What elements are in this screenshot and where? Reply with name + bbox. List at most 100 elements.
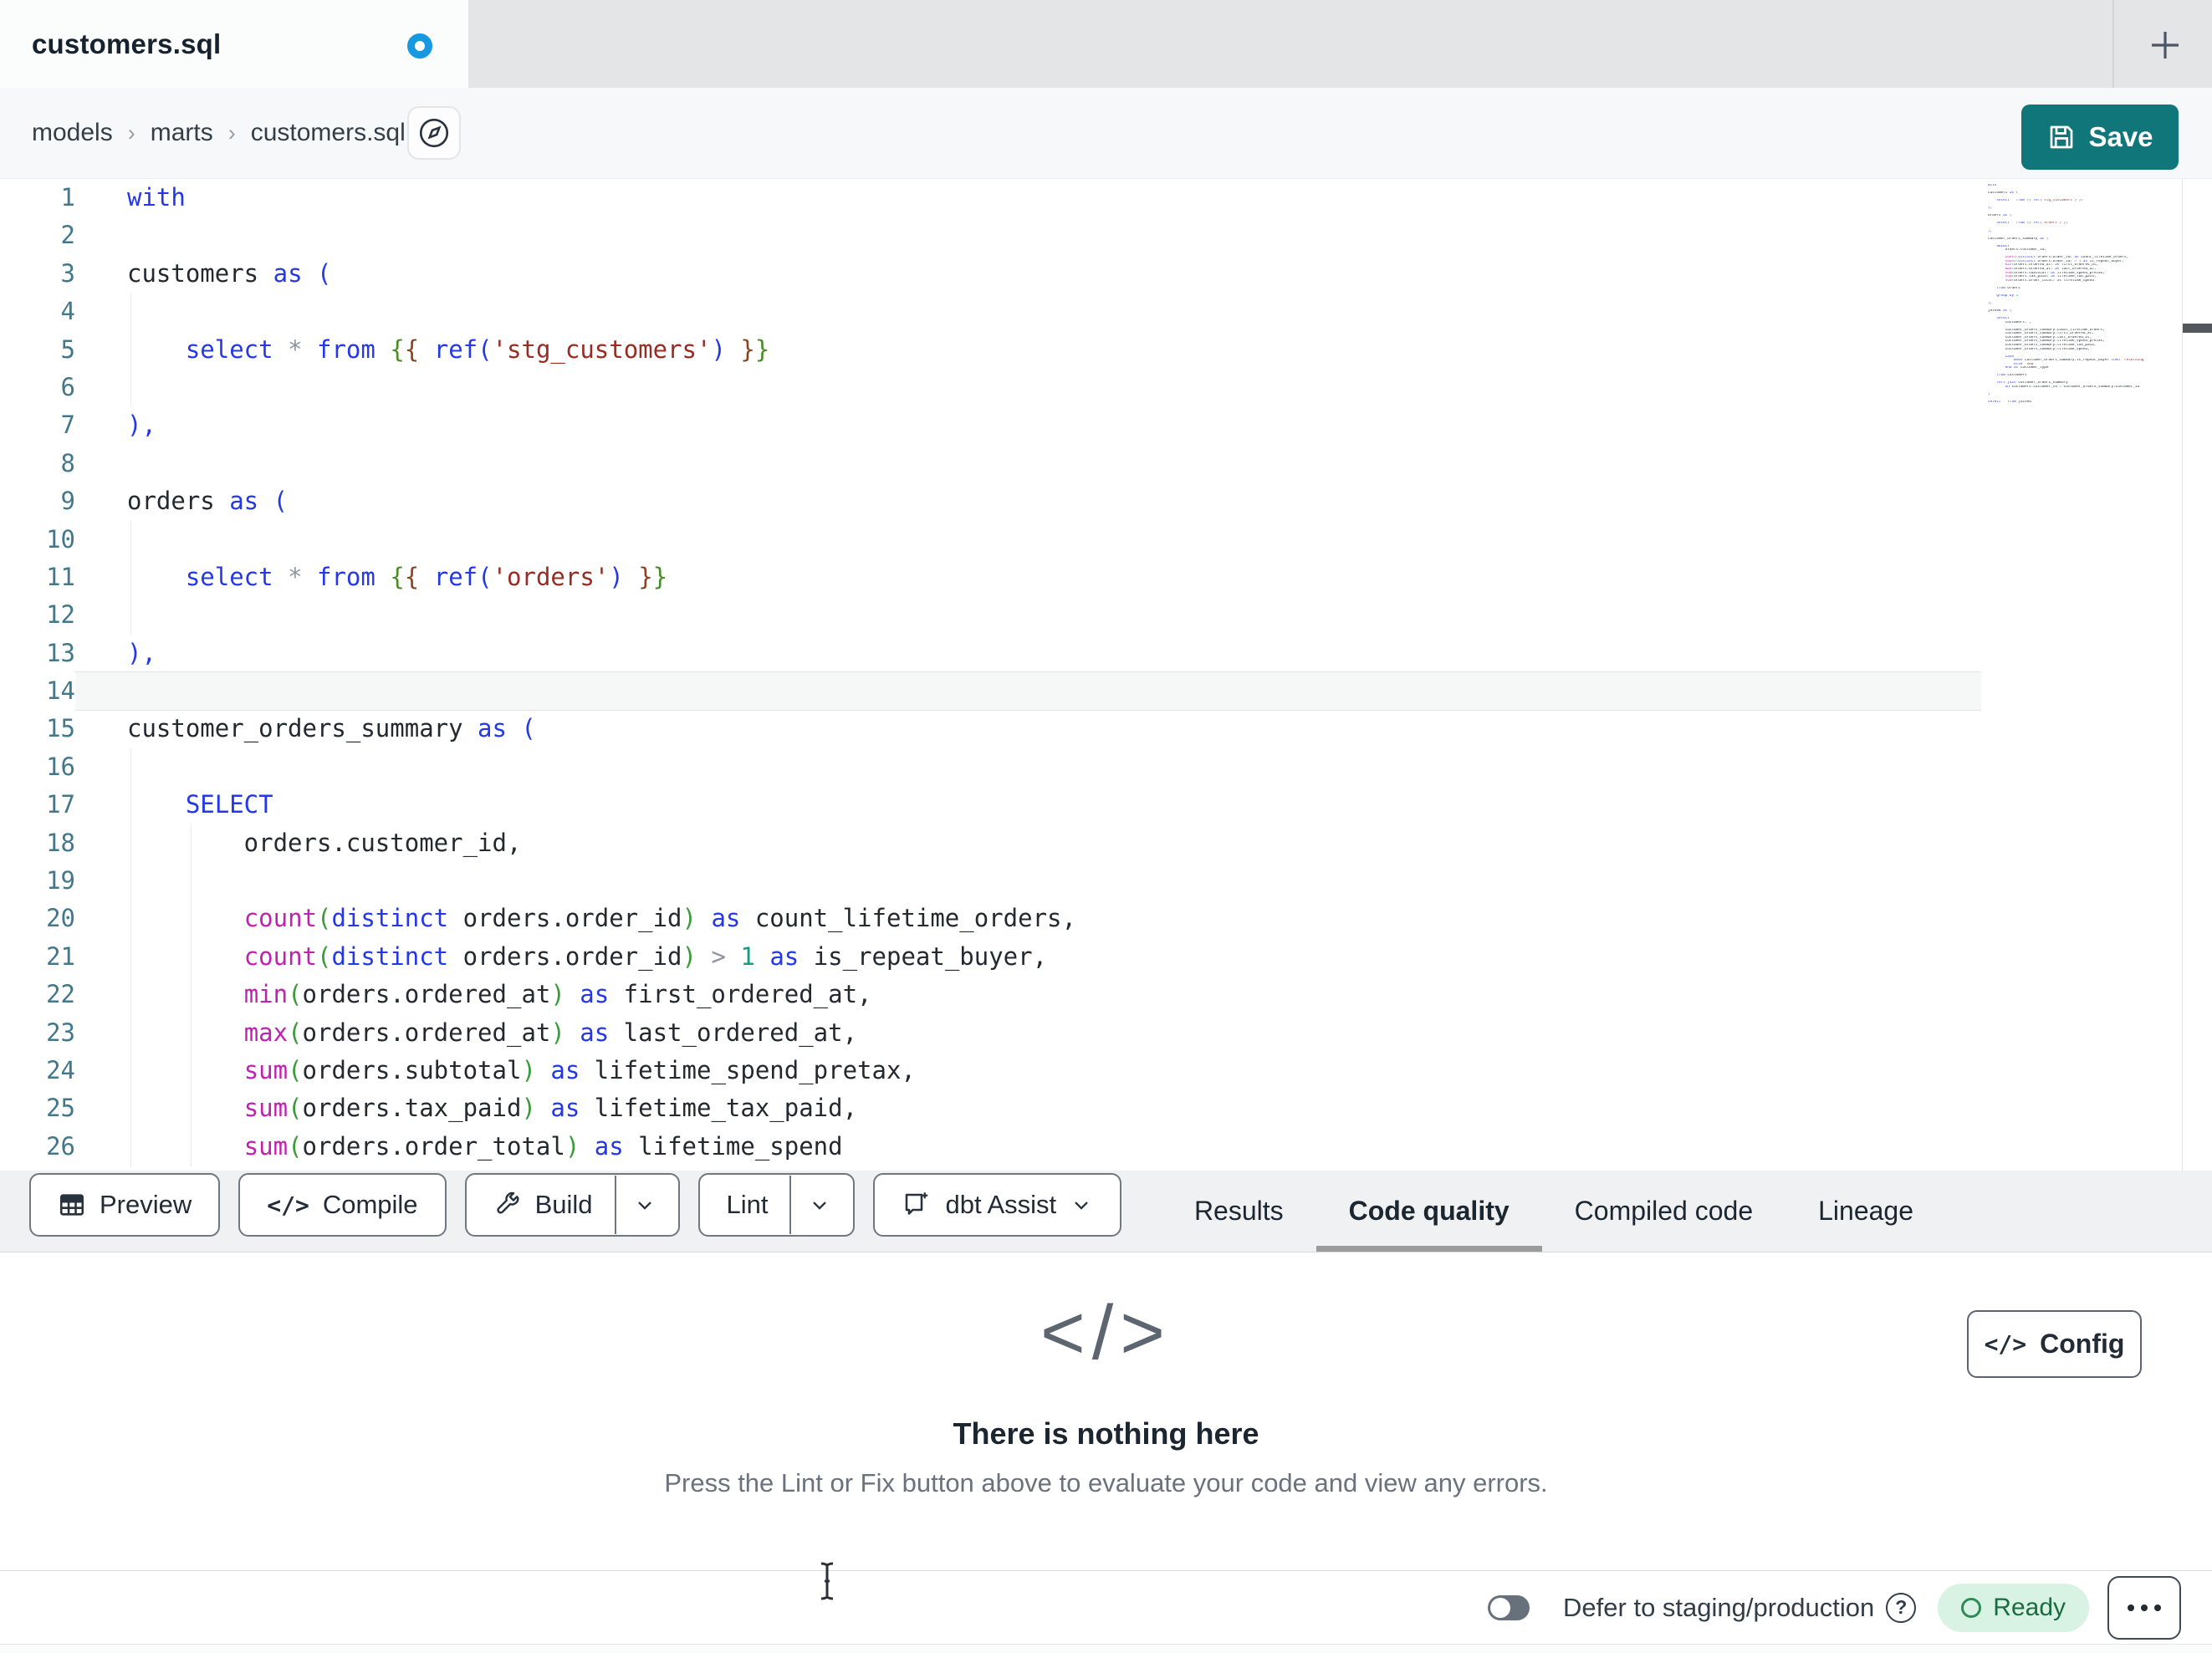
indent-guide	[191, 824, 192, 1166]
lint-dropdown-toggle[interactable]	[789, 1176, 848, 1234]
unsaved-changes-indicator	[407, 33, 432, 59]
line-number: 15	[46, 714, 75, 743]
line-number: 7	[60, 411, 75, 440]
save-button[interactable]: Save	[2021, 105, 2179, 170]
editor-scrollbar-track[interactable]	[2182, 179, 2212, 1171]
chevron-down-icon	[633, 1193, 656, 1217]
code-line[interactable]: 16	[0, 748, 1981, 786]
editor-scrollbar-thumb[interactable]	[2183, 324, 2212, 333]
code-line[interactable]: 17 SELECT	[0, 786, 1981, 824]
code-line[interactable]: 20 count(distinct orders.order_id) as co…	[0, 900, 1981, 937]
compile-button[interactable]: </> Compile	[238, 1173, 447, 1237]
breadcrumb-item-file: customers.sql	[250, 119, 406, 146]
help-icon[interactable]: ?	[1886, 1592, 1917, 1623]
line-number: 3	[60, 258, 75, 288]
plus-icon	[2146, 26, 2184, 64]
indent-guide	[130, 293, 131, 406]
breadcrumb: models › marts › customers.sql	[32, 88, 406, 178]
status-bar: Defer to staging/production ? Ready	[0, 1570, 2212, 1644]
code-line[interactable]: 21 count(distinct orders.order_id) > 1 a…	[0, 938, 1981, 976]
code-line[interactable]: 19	[0, 862, 1981, 900]
results-tab-strip: Results Code quality Compiled code Linea…	[1194, 1171, 1913, 1252]
breadcrumb-item-models: models	[32, 119, 113, 146]
ide-status-label: Ready	[1993, 1593, 2066, 1621]
floppy-disk-icon	[2046, 122, 2077, 152]
code-line[interactable]: 25 sum(orders.tax_paid) as lifetime_tax_…	[0, 1089, 1981, 1127]
code-line[interactable]: 5 select * from {{ ref('stg_customers') …	[0, 331, 1981, 369]
code-line[interactable]: 12	[0, 596, 1981, 634]
tab-results[interactable]: Results	[1194, 1171, 1284, 1252]
breadcrumb-separator-icon: ›	[227, 120, 236, 145]
minimap-content[interactable]: with customers as ( select * from {{ ref…	[1988, 184, 2179, 405]
overflow-menu-button[interactable]	[2107, 1575, 2181, 1640]
line-number: 17	[46, 790, 75, 819]
line-number: 9	[60, 487, 75, 516]
line-number: 21	[46, 941, 75, 971]
line-number: 18	[46, 828, 75, 857]
code-line[interactable]: 4	[0, 293, 1981, 330]
compass-icon	[416, 115, 452, 151]
lint-split-button[interactable]: Lint	[697, 1173, 856, 1237]
code-line[interactable]: 22 min(orders.ordered_at) as first_order…	[0, 976, 1981, 1013]
code-editor[interactable]: 1 with 2 3 customers as ( 4 5 select * from {{…	[0, 178, 2212, 1171]
code-line[interactable]: 6	[0, 369, 1981, 406]
code-line[interactable]: 15 customer_orders_summary as (	[0, 710, 1981, 747]
breadcrumb-item-marts: marts	[150, 119, 213, 146]
code-line[interactable]: 26 sum(orders.order_total) as lifetime_s…	[0, 1128, 1981, 1166]
tab-lineage[interactable]: Lineage	[1818, 1171, 1913, 1252]
code-line[interactable]: 10	[0, 521, 1981, 559]
mouse-text-cursor	[815, 1560, 839, 1602]
build-button-main[interactable]: Build	[472, 1176, 615, 1234]
code-line[interactable]: 23 max(orders.ordered_at) as last_ordere…	[0, 1014, 1981, 1052]
code-line[interactable]: 2	[0, 217, 1981, 254]
line-number: 25	[46, 1094, 75, 1123]
line-number: 4	[60, 297, 75, 326]
preview-button[interactable]: Preview	[29, 1173, 221, 1237]
code-line[interactable]: 13),	[0, 635, 1981, 672]
build-split-button[interactable]: Build	[464, 1173, 680, 1237]
breadcrumb-separator-icon: ›	[127, 120, 135, 145]
line-number: 10	[46, 524, 75, 554]
code-line[interactable]: 24 sum(orders.subtotal) as lifetime_spen…	[0, 1052, 1981, 1089]
code-line[interactable]: 18 orders.customer_id,	[0, 824, 1981, 862]
lint-button-main[interactable]: Lint	[705, 1176, 790, 1234]
tab-code-quality[interactable]: Code quality	[1315, 1171, 1542, 1252]
ide-status-badge[interactable]: Ready	[1938, 1583, 2089, 1632]
minimap-column[interactable]: with customers as ( select * from {{ ref…	[1981, 179, 2182, 1171]
file-tab[interactable]: customers.sql	[0, 0, 468, 88]
line-number: 12	[46, 600, 75, 630]
breadcrumb-row: models › marts › customers.sql Save	[0, 88, 2212, 178]
code-line[interactable]: 11 select * from {{ ref('orders') }}	[0, 559, 1981, 596]
config-button[interactable]: </> Config	[1967, 1310, 2142, 1378]
footer-strip	[0, 1644, 2212, 1653]
status-ring-icon	[1961, 1597, 1982, 1618]
assist-chat-icon	[902, 1190, 932, 1220]
line-number: 16	[46, 752, 75, 781]
code-line[interactable]: 3 customers as (	[0, 255, 1981, 293]
chevron-down-icon	[1070, 1193, 1093, 1217]
line-number: 11	[46, 562, 75, 591]
action-buttons-group: Preview </> Compile Build Lint dbt Assis…	[29, 1171, 1122, 1252]
tab-compiled-code[interactable]: Compiled code	[1575, 1171, 1753, 1252]
new-tab-button[interactable]	[2142, 22, 2189, 69]
code-line[interactable]: 9 orders as (	[0, 482, 1981, 520]
view-docs-button[interactable]	[407, 106, 461, 160]
code-icon: </>	[1984, 1330, 2027, 1358]
line-number: 22	[46, 980, 75, 1009]
code-line[interactable]: 1 with	[0, 179, 1981, 217]
indent-guide	[130, 748, 131, 1166]
tab-bar-divider	[2112, 0, 2114, 88]
code-lines[interactable]: 1 with 2 3 customers as ( 4 5 select * from {{…	[0, 179, 1981, 1171]
code-line[interactable]: 8	[0, 445, 1981, 482]
build-button-label: Build	[534, 1190, 593, 1219]
dbt-assist-button[interactable]: dbt Assist	[873, 1173, 1122, 1237]
editor-action-bar: Preview </> Compile Build Lint dbt Assis…	[0, 1171, 2212, 1253]
preview-button-label: Preview	[100, 1190, 192, 1219]
dbt-assist-button-label: dbt Assist	[945, 1190, 1057, 1219]
config-button-label: Config	[2040, 1329, 2125, 1359]
code-line[interactable]: 7),	[0, 406, 1981, 444]
code-line[interactable]: 14	[0, 672, 1981, 711]
defer-toggle[interactable]	[1488, 1594, 1530, 1620]
code-brackets-icon: </>	[1040, 1290, 1172, 1375]
build-dropdown-toggle[interactable]	[614, 1176, 673, 1234]
